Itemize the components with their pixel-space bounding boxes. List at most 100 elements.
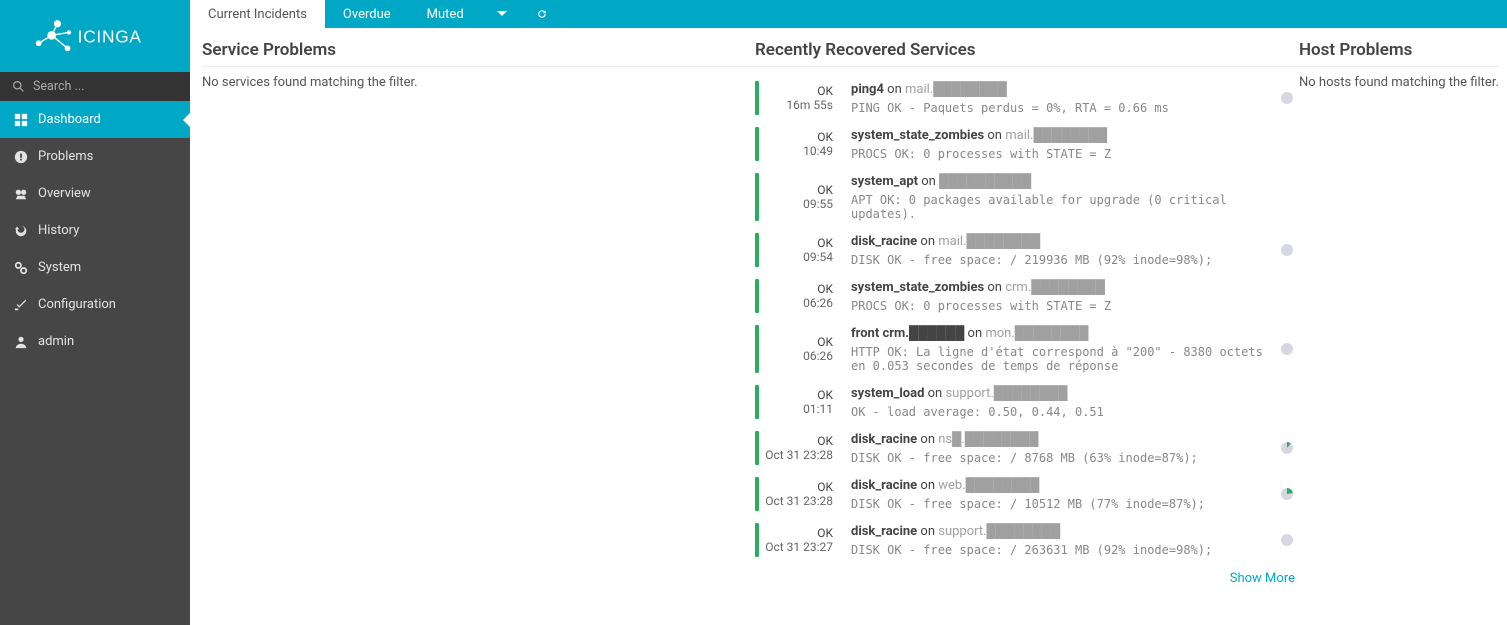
nav-overview-label: Overview — [38, 186, 91, 201]
service-name: system_apt — [851, 174, 918, 189]
tab-dropdown[interactable] — [482, 0, 522, 28]
nav-overview[interactable]: Overview — [0, 175, 190, 212]
plugin-output: DISK OK - free space: / 10512 MB (77% in… — [851, 497, 1273, 511]
host-name: mon.████████ — [985, 326, 1088, 341]
nav-admin[interactable]: admin — [0, 323, 190, 360]
service-title: ping4 on mail.████████ — [851, 81, 1273, 97]
recovered-row[interactable]: OK06:26front crm.██████ on mon.████████H… — [755, 319, 1299, 379]
nav-dashboard-label: Dashboard — [38, 112, 101, 127]
time-label: Oct 31 23:28 — [761, 448, 833, 462]
recovered-row[interactable]: OK16m 55sping4 on mail.████████PING OK -… — [755, 75, 1299, 121]
overview-icon — [14, 187, 28, 201]
time-label: 06:26 — [761, 349, 833, 363]
user-icon — [14, 335, 28, 349]
time-col: OK16m 55s — [761, 81, 841, 115]
main: Current Incidents Overdue Muted Service … — [190, 0, 1507, 625]
recovered-row[interactable]: OKOct 31 23:28 disk_racine on ns█.███████… — [755, 425, 1299, 471]
plugin-output: PROCS OK: 0 processes with STATE = Z — [851, 299, 1273, 313]
history-icon — [14, 224, 28, 238]
service-title: disk_racine on ns█.████████ — [851, 431, 1273, 447]
perfdata-pie-icon — [1281, 244, 1293, 256]
state-bar — [755, 233, 759, 267]
recovered-row[interactable]: OK09:54disk_racine on mail.████████DISK … — [755, 227, 1299, 273]
tab-current-incidents[interactable]: Current Incidents — [190, 0, 325, 28]
service-name: system_state_zombies — [851, 280, 984, 295]
service-problems-title: Service Problems — [202, 40, 755, 67]
time-col: OK10:49 — [761, 127, 841, 161]
plugin-output: OK - load average: 0.50, 0.44, 0.51 — [851, 405, 1273, 419]
time-label: 09:55 — [761, 197, 833, 211]
service-name: system_load — [851, 386, 924, 401]
service-name: disk_racine — [851, 478, 917, 493]
perfdata-col — [1275, 385, 1299, 419]
time-label: Oct 31 23:27 — [761, 540, 833, 554]
state-bar — [755, 127, 759, 161]
detail-col: disk_racine on mail.████████ DISK OK - fr… — [843, 233, 1273, 267]
service-name: system_state_zombies — [851, 128, 984, 143]
host-name: mail.████████ — [905, 82, 1007, 97]
service-title: disk_racine on web.████████ — [851, 477, 1273, 493]
problems-icon — [14, 150, 28, 164]
plugin-output: DISK OK - free space: / 263631 MB (92% i… — [851, 543, 1273, 557]
service-name: disk_racine — [851, 432, 917, 447]
time-col: OK06:26 — [761, 325, 841, 373]
host-name: mail.████████ — [938, 234, 1040, 249]
nav-configuration[interactable]: Configuration — [0, 286, 190, 323]
host-problems-empty: No hosts found matching the filter. — [1299, 75, 1499, 90]
nav-system[interactable]: System — [0, 249, 190, 286]
time-col: OK06:26 — [761, 279, 841, 313]
nav-admin-label: admin — [38, 334, 74, 349]
recovered-row[interactable]: OK09:55system_apt on ██████████APT OK: 0… — [755, 167, 1299, 227]
tab-overdue[interactable]: Overdue — [325, 0, 409, 28]
detail-col: system_load on support.████████OK - load… — [843, 385, 1273, 419]
col-service-problems: Service Problems No services found match… — [202, 40, 755, 625]
recovered-row[interactable]: OKOct 31 23:27disk_racine on support.███… — [755, 517, 1299, 563]
state-bar — [755, 431, 759, 465]
tab-muted[interactable]: Muted — [409, 0, 482, 28]
host-name: ns█.████████ — [938, 432, 1038, 447]
search-icon — [12, 80, 25, 93]
nav-problems-label: Problems — [38, 149, 93, 164]
nav-configuration-label: Configuration — [38, 297, 116, 312]
tab-refresh[interactable] — [522, 0, 562, 28]
app: ICINGA Search ... Dashboard Problems Ove… — [0, 0, 1507, 625]
host-name: support.████████ — [938, 524, 1060, 539]
content: Service Problems No services found match… — [190, 28, 1507, 625]
host-name: support.████████ — [945, 386, 1067, 401]
logo[interactable]: ICINGA — [0, 0, 190, 72]
time-col: OKOct 31 23:28 — [761, 431, 841, 465]
recovered-row[interactable]: OK06:26 system_state_zombies on crm.█████… — [755, 273, 1299, 319]
nav-system-label: System — [38, 260, 81, 275]
state-bar — [755, 81, 759, 115]
icinga-logo-icon: ICINGA — [30, 18, 160, 54]
time-label: 10:49 — [761, 144, 833, 158]
time-col: OKOct 31 23:27 — [761, 523, 841, 557]
host-name: ██████████ — [939, 174, 1031, 189]
state-bar — [755, 477, 759, 511]
nav-history-label: History — [38, 223, 79, 238]
recovered-row[interactable]: OK01:11system_load on support.████████OK… — [755, 379, 1299, 425]
refresh-icon — [536, 8, 548, 20]
sidebar: ICINGA Search ... Dashboard Problems Ove… — [0, 0, 190, 625]
show-more-link[interactable]: Show More — [755, 563, 1299, 590]
service-title: disk_racine on mail.████████ — [851, 233, 1273, 249]
nav: Dashboard Problems Overview History Syst… — [0, 101, 190, 360]
chevron-down-icon — [496, 8, 508, 20]
detail-col: system_state_zombies on mail.████████PRO… — [843, 127, 1273, 161]
recovered-row[interactable]: OK10:49system_state_zombies on mail.████… — [755, 121, 1299, 167]
nav-dashboard[interactable]: Dashboard — [0, 101, 190, 138]
tabbar: Current Incidents Overdue Muted — [190, 0, 1507, 28]
nav-problems[interactable]: Problems — [0, 138, 190, 175]
time-label: 16m 55s — [761, 98, 833, 112]
system-icon — [14, 261, 28, 275]
recovered-row[interactable]: OKOct 31 23:28disk_racine on web.███████… — [755, 471, 1299, 517]
service-name: disk_racine — [851, 234, 917, 249]
time-col: OKOct 31 23:28 — [761, 477, 841, 511]
service-title: system_state_zombies on mail.████████ — [851, 127, 1273, 143]
plugin-output: DISK OK - free space: / 219936 MB (92% i… — [851, 253, 1273, 267]
svg-text:ICINGA: ICINGA — [78, 26, 142, 46]
detail-col: disk_racine on web.████████ DISK OK - fre… — [843, 477, 1273, 511]
nav-history[interactable]: History — [0, 212, 190, 249]
search-input[interactable]: Search ... — [0, 72, 190, 101]
service-title: system_state_zombies on crm.████████ — [851, 279, 1273, 295]
